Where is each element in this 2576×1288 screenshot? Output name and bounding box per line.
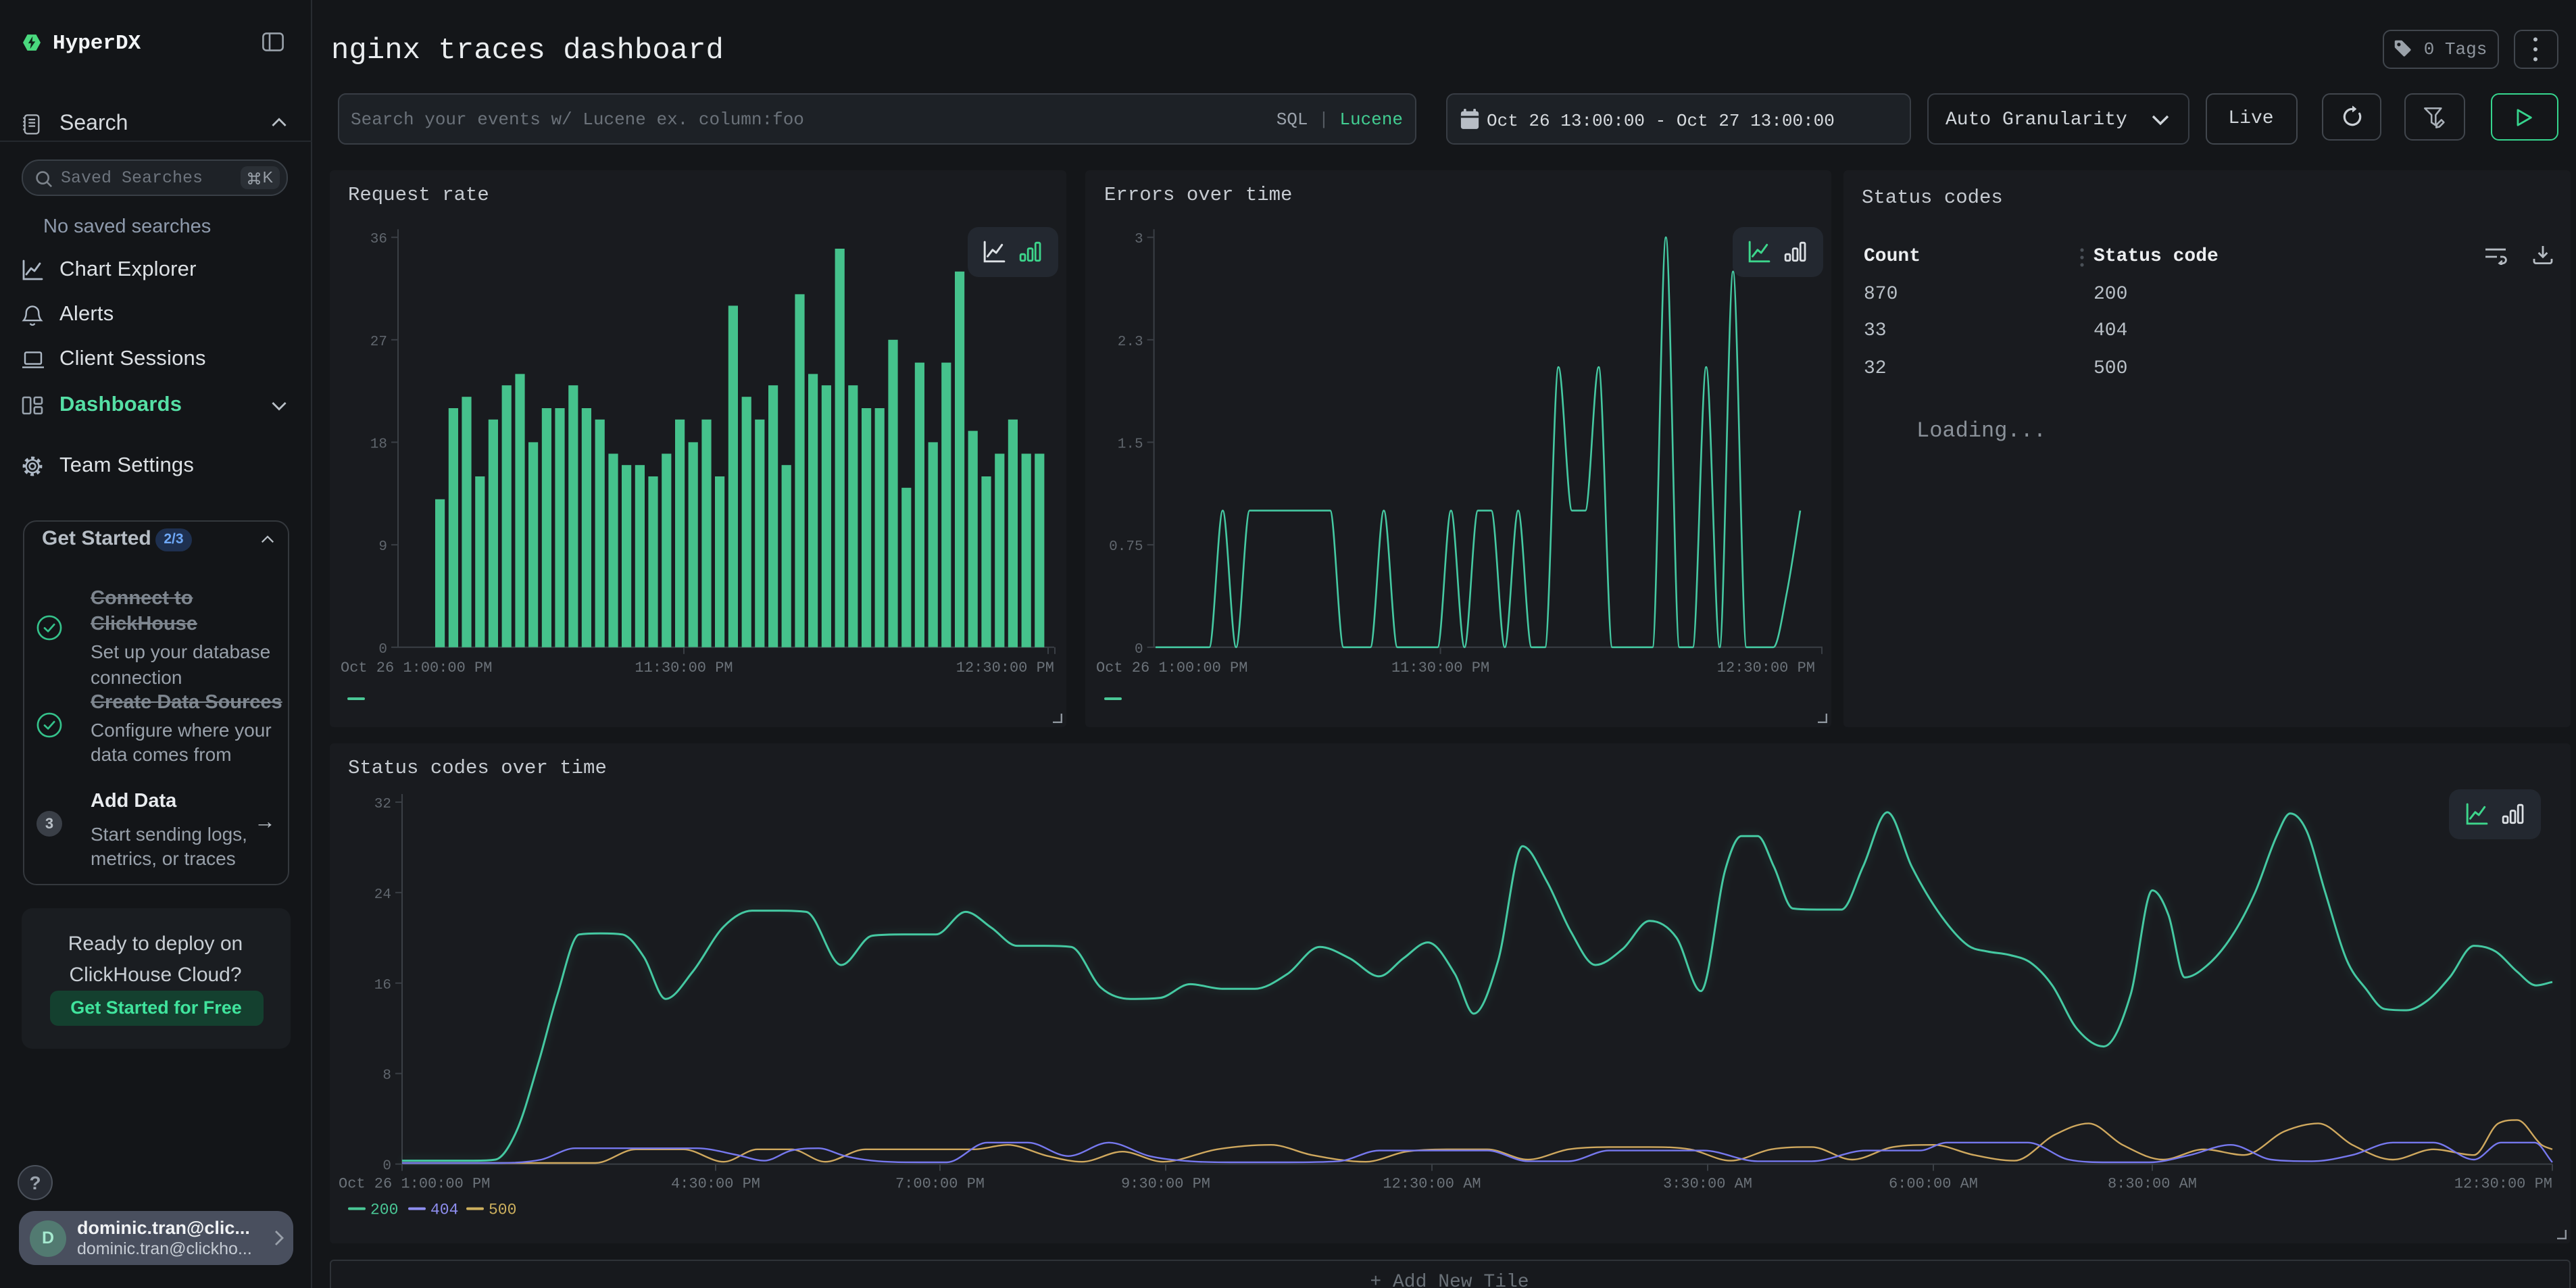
svg-text:4:30:00 PM: 4:30:00 PM: [670, 1176, 760, 1193]
svg-text:3: 3: [1135, 232, 1143, 247]
svg-text:0.75: 0.75: [1109, 539, 1143, 555]
svg-text:27: 27: [370, 335, 387, 350]
svg-text:1.5: 1.5: [1118, 437, 1143, 452]
svg-text:0: 0: [382, 1159, 391, 1174]
svg-text:11:30:00 PM: 11:30:00 PM: [634, 660, 732, 676]
svg-text:404: 404: [430, 1202, 457, 1219]
svg-text:6:00:00 AM: 6:00:00 AM: [1888, 1176, 1977, 1193]
svg-text:0: 0: [1135, 642, 1143, 658]
svg-text:0: 0: [378, 642, 387, 658]
svg-text:11:30:00 PM: 11:30:00 PM: [1391, 660, 1489, 676]
svg-text:8:30:00 AM: 8:30:00 AM: [2107, 1176, 2196, 1193]
svg-text:12:30:00 PM: 12:30:00 PM: [2454, 1176, 2552, 1193]
svg-text:Oct 26 1:00:00 PM: Oct 26 1:00:00 PM: [340, 660, 491, 676]
svg-text:3:30:00 AM: 3:30:00 AM: [1662, 1176, 1752, 1193]
svg-text:2.3: 2.3: [1118, 335, 1143, 350]
svg-text:200: 200: [370, 1202, 397, 1219]
svg-text:500: 500: [488, 1202, 516, 1219]
svg-text:9: 9: [378, 539, 387, 555]
svg-text:12:30:00 AM: 12:30:00 AM: [1382, 1176, 1480, 1193]
svg-text:24: 24: [374, 887, 391, 903]
svg-text:12:30:00 PM: 12:30:00 PM: [956, 660, 1054, 676]
svg-text:7:00:00 PM: 7:00:00 PM: [895, 1176, 984, 1193]
svg-text:18: 18: [370, 437, 387, 452]
svg-text:36: 36: [370, 232, 387, 247]
svg-text:8: 8: [382, 1068, 391, 1084]
svg-text:Oct 26 1:00:00 PM: Oct 26 1:00:00 PM: [338, 1176, 489, 1193]
svg-text:12:30:00 PM: 12:30:00 PM: [1717, 660, 1815, 676]
svg-text:32: 32: [374, 797, 391, 812]
svg-text:16: 16: [374, 978, 391, 993]
svg-text:9:30:00 PM: 9:30:00 PM: [1120, 1176, 1210, 1193]
svg-text:Oct 26 1:00:00 PM: Oct 26 1:00:00 PM: [1096, 660, 1247, 676]
